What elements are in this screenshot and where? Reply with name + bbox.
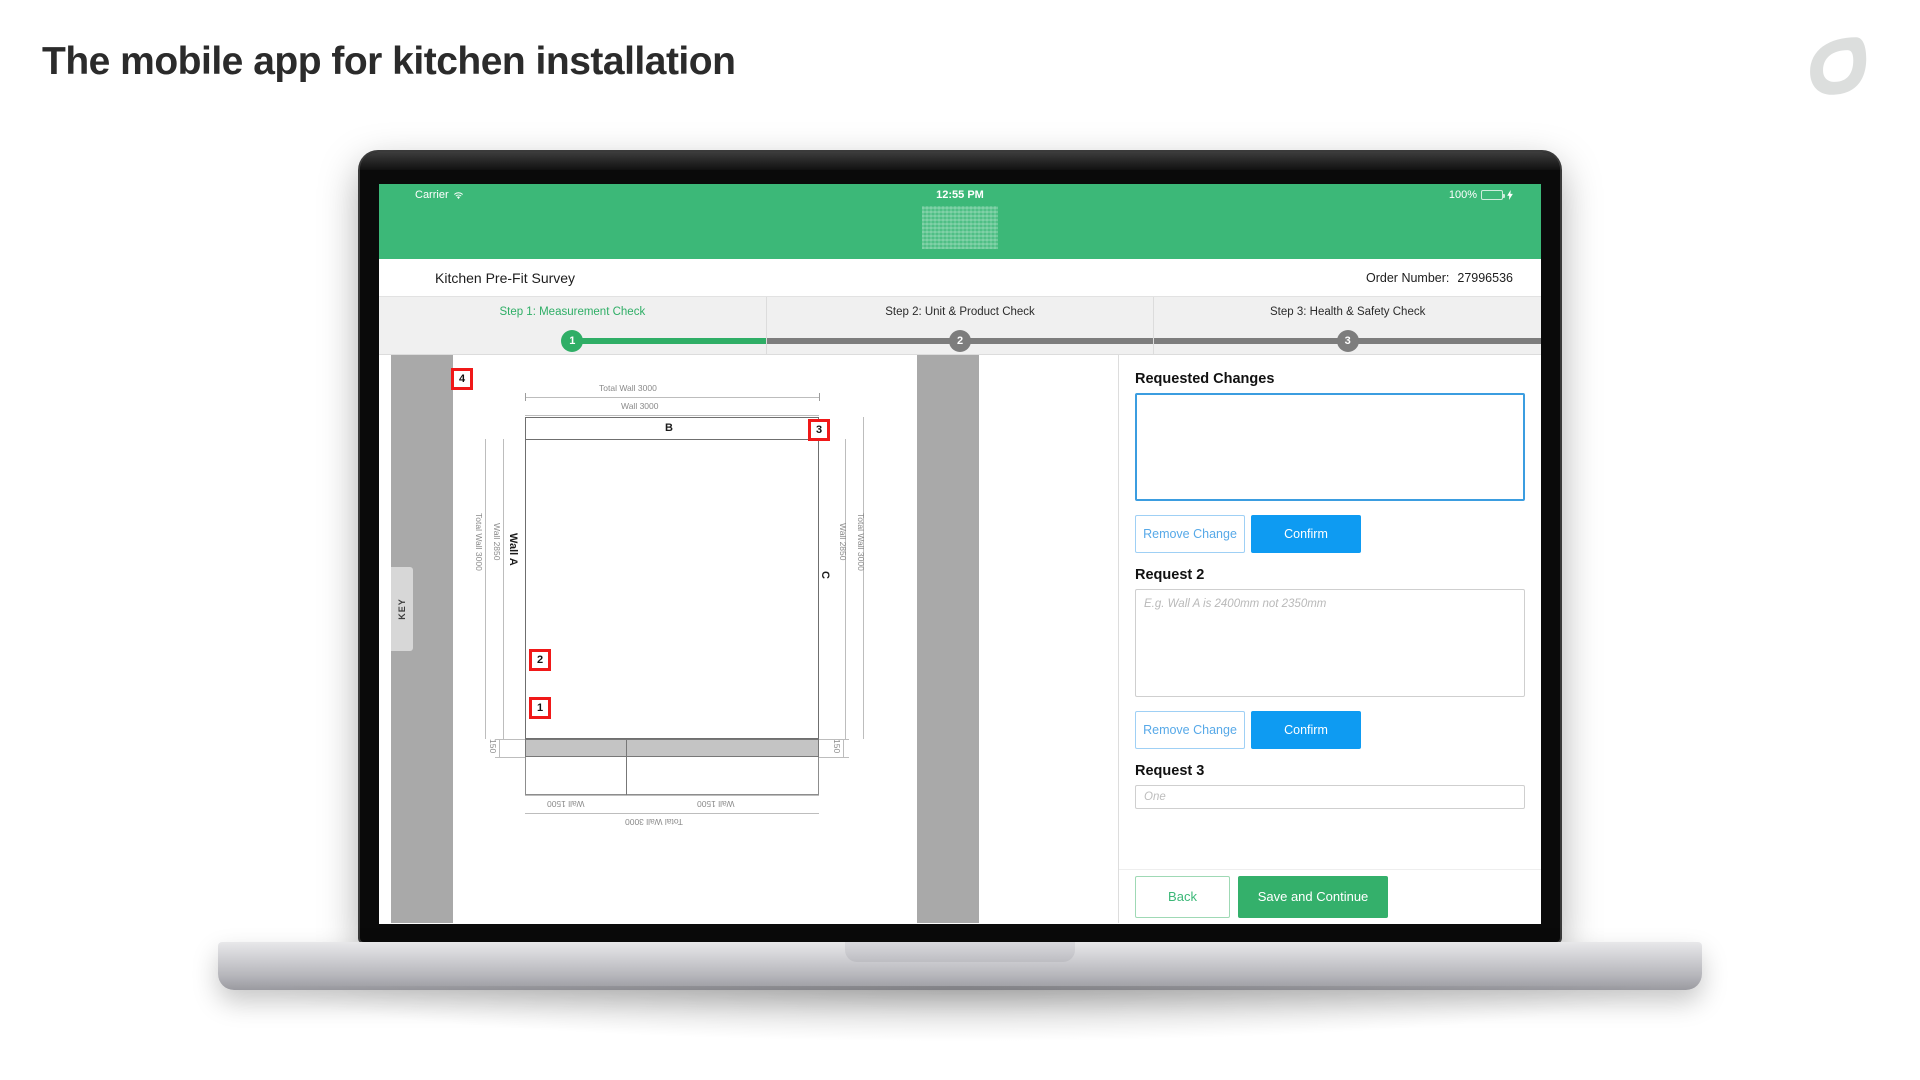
plan-marker-4[interactable]: 4 — [451, 368, 473, 390]
step-1-track — [572, 338, 766, 344]
status-battery-group: 100% — [1449, 189, 1513, 201]
dim-depth-right-label: 150 — [832, 739, 842, 754]
step-2-label: Step 2: Unit & Product Check — [885, 306, 1035, 318]
requested-changes-heading: Requested Changes — [1135, 371, 1275, 387]
dim-bottom-wall-line — [525, 795, 819, 796]
plan-marker-2[interactable]: 2 — [529, 649, 551, 671]
step-2-circle: 2 — [949, 330, 971, 352]
lightning-bolt-icon — [1507, 190, 1513, 200]
step-3-circle: 3 — [1336, 330, 1359, 352]
status-clock: 12:55 PM — [936, 189, 984, 201]
survey-stepper: Step 1: Measurement Check 1 Step 2: Unit… — [379, 297, 1541, 355]
dim-bottom-wall-left-label: Wall 1500 — [547, 799, 585, 809]
dim-left-total-label: Total Wall 3000 — [474, 513, 484, 571]
app-brand-logo-icon — [922, 206, 998, 249]
dim-tick — [819, 393, 820, 401]
request-2-remove-change-button[interactable]: Remove Change — [1135, 711, 1245, 749]
laptop-mockup: Carrier 12:55 PM 100% Kitchen Pre-Fit Su… — [0, 0, 1920, 1080]
request-3-heading: Request 3 — [1135, 763, 1205, 779]
key-tab-button[interactable]: KEY — [391, 567, 413, 651]
back-button[interactable]: Back — [1135, 875, 1230, 918]
order-number-value: 27996536 — [1457, 270, 1513, 285]
step-1-label: Step 1: Measurement Check — [499, 306, 646, 318]
wall-c-label: C — [819, 571, 831, 579]
order-number-label: Order Number: — [1366, 270, 1450, 285]
app-brand-band — [379, 206, 1541, 259]
dim-right-total-label: Total Wall 3000 — [856, 513, 866, 571]
dim-tick — [495, 757, 525, 758]
request-2-textarea[interactable] — [1135, 589, 1525, 697]
dim-tick — [819, 757, 849, 758]
base-unit-split — [626, 739, 627, 795]
dim-tick — [525, 393, 526, 401]
dim-right-total-line — [863, 417, 864, 739]
ios-status-bar: Carrier 12:55 PM 100% — [379, 184, 1541, 206]
survey-header: Kitchen Pre-Fit Survey Order Number: 279… — [379, 259, 1541, 297]
dim-depth-right-line — [843, 739, 844, 757]
battery-percent-label: 100% — [1448, 189, 1477, 201]
dim-top-total-label: Total Wall 3000 — [599, 383, 657, 393]
dim-depth-left-label: 150 — [488, 739, 498, 754]
base-unit-row — [525, 739, 819, 757]
plan-marker-1[interactable]: 1 — [529, 697, 551, 719]
wall-slab-right — [917, 355, 979, 923]
save-and-continue-button[interactable]: Save and Continue — [1238, 875, 1388, 918]
key-tab-label: KEY — [396, 598, 407, 620]
requested-changes-panel: Requested Changes Remove Change Confirm … — [1119, 355, 1541, 923]
order-number-block: Order Number: 27996536 — [1366, 271, 1513, 285]
step-3-health-safety-check[interactable]: Step 3: Health & Safety Check 3 — [1154, 297, 1541, 354]
step-1-measurement-check[interactable]: Step 1: Measurement Check 1 — [379, 297, 767, 354]
step-3-label: Step 3: Health & Safety Check — [1270, 306, 1426, 318]
laptop-bezel — [360, 152, 1560, 170]
battery-icon — [1481, 190, 1505, 200]
dim-left-wall-line — [503, 439, 504, 739]
survey-title: Kitchen Pre-Fit Survey — [435, 269, 576, 286]
request-2-actions: Remove Change Confirm — [1135, 711, 1525, 749]
app-screen: Carrier 12:55 PM 100% Kitchen Pre-Fit Su… — [379, 184, 1541, 924]
dim-top-wall-line — [525, 415, 819, 416]
dim-tick — [819, 739, 849, 740]
base-unit-lower — [525, 757, 819, 795]
request-1-textarea[interactable] — [1135, 393, 1525, 501]
laptop-notch — [845, 942, 1075, 962]
request-1-confirm-button[interactable]: Confirm — [1251, 515, 1361, 553]
step-1-circle: 1 — [561, 330, 584, 352]
dim-bottom-wall-right-label: Wall 1500 — [697, 799, 735, 809]
app-body: KEY Total Wall 3000 Wall 3000 B Total Wa… — [379, 355, 1541, 923]
wall-b-label: B — [665, 422, 673, 434]
floor-plan-canvas[interactable]: KEY Total Wall 3000 Wall 3000 B Total Wa… — [379, 355, 1119, 923]
survey-footer-actions: Back Save and Continue — [1119, 869, 1541, 923]
request-2-heading: Request 2 — [1135, 567, 1205, 583]
plan-marker-3[interactable]: 3 — [808, 419, 830, 441]
request-3-textarea[interactable]: One — [1135, 785, 1525, 809]
dim-bottom-total-label: Total Wall 3000 — [625, 817, 683, 827]
step-2-unit-product-check[interactable]: Step 2: Unit & Product Check 2 — [766, 297, 1155, 354]
room-outline — [525, 439, 819, 739]
request-1-remove-change-button[interactable]: Remove Change — [1135, 515, 1245, 553]
dim-bottom-total-line — [525, 813, 819, 814]
dim-left-wall-label: Wall 2850 — [492, 523, 502, 561]
dim-left-total-line — [485, 439, 486, 739]
request-1-actions: Remove Change Confirm — [1135, 515, 1525, 553]
floor-plan-drawing: Total Wall 3000 Wall 3000 B Total Wall 3… — [474, 383, 899, 827]
dim-tick — [495, 739, 525, 740]
dim-right-wall-label: Wall 2850 — [838, 523, 848, 561]
laptop-shadow — [250, 986, 1670, 1042]
dim-top-total-line — [525, 397, 819, 398]
dim-depth-left-line — [499, 739, 500, 757]
wall-a-label: Wall A — [507, 533, 519, 566]
dim-top-wall-label: Wall 3000 — [621, 401, 659, 411]
request-2-confirm-button[interactable]: Confirm — [1251, 711, 1361, 749]
dim-right-wall-line — [845, 439, 846, 739]
